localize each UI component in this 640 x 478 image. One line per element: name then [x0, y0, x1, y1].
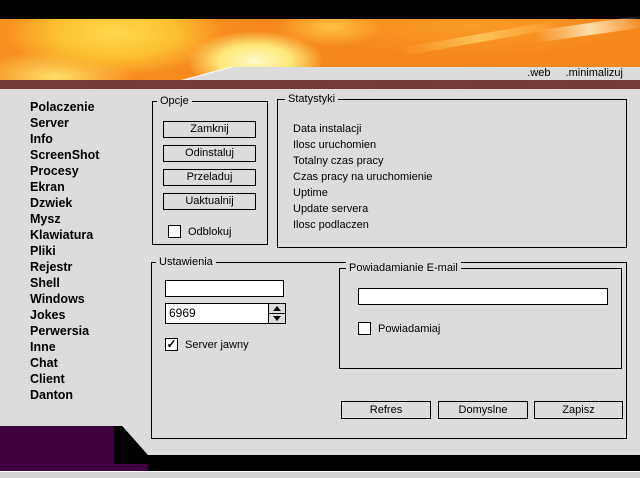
- sidebar-item-dzwiek[interactable]: Dzwiek: [30, 195, 145, 211]
- ustawienia-group-label: Ustawienia: [156, 256, 216, 269]
- powiadamiaj-checkbox-row[interactable]: Powiadamiaj: [358, 322, 440, 335]
- sidebar-item-jokes[interactable]: Jokes: [30, 307, 145, 323]
- email-group: Powiadamianie E-mail Powiadamiaj: [339, 268, 622, 369]
- port-value[interactable]: 6969: [169, 304, 267, 323]
- black-diagonal-decoration: [114, 426, 148, 455]
- zapisz-button[interactable]: Zapisz: [534, 401, 623, 419]
- stat-totalny-czas: Totalny czas pracy: [293, 153, 432, 169]
- sidebar-item-ekran[interactable]: Ekran: [30, 179, 145, 195]
- stat-czas-na-uruchomienie: Czas pracy na uruchomienie: [293, 169, 432, 185]
- bottom-gray-strip: [0, 471, 640, 478]
- statystyki-group: Statystyki Data instalacji Ilosc uruchom…: [277, 99, 627, 248]
- stat-update-servera: Update servera: [293, 201, 432, 217]
- purple-decoration-block: [0, 426, 114, 471]
- odblokuj-checkbox[interactable]: [168, 225, 181, 238]
- zamknij-button[interactable]: Zamknij: [163, 121, 256, 138]
- domyslne-button[interactable]: Domyslne: [438, 401, 528, 419]
- powiadamiaj-checkbox-label: Powiadamiaj: [378, 323, 440, 335]
- port-spinner: [268, 304, 285, 323]
- przeladuj-button[interactable]: Przeladuj: [163, 169, 256, 186]
- sidebar-item-danton[interactable]: Danton: [30, 387, 145, 403]
- stat-ilosc-podlaczen: Ilosc podlaczen: [293, 217, 432, 233]
- spin-down-button[interactable]: [269, 314, 285, 323]
- sidebar-item-screenshot[interactable]: ScreenShot: [30, 147, 145, 163]
- odblokuj-checkbox-label: Odblokuj: [188, 226, 231, 238]
- sidebar-item-client[interactable]: Client: [30, 371, 145, 387]
- server-jawny-checkbox-label: Server jawny: [185, 339, 249, 351]
- sidebar-item-shell[interactable]: Shell: [30, 275, 145, 291]
- sidebar-item-chat[interactable]: Chat: [30, 355, 145, 371]
- maroon-divider: [0, 80, 640, 89]
- sidebar-item-windows[interactable]: Windows: [30, 291, 145, 307]
- down-arrow-icon: [273, 316, 281, 321]
- email-group-label: Powiadamianie E-mail: [346, 262, 461, 275]
- opcje-group: Opcje Zamknij Odinstaluj Przeladuj Uaktu…: [152, 101, 268, 245]
- statystyki-group-label: Statystyki: [285, 93, 338, 106]
- spin-up-button[interactable]: [269, 304, 285, 314]
- refres-button[interactable]: Refres: [341, 401, 431, 419]
- sidebar-item-info[interactable]: Info: [30, 131, 145, 147]
- black-bottom-bar: [114, 455, 640, 471]
- ustawienia-group: Ustawienia 6969 ✓ Server jawny Powiadami…: [151, 262, 627, 439]
- email-input[interactable]: [358, 288, 608, 305]
- up-arrow-icon: [273, 306, 281, 311]
- sidebar-item-polaczenie[interactable]: Polaczenie: [30, 99, 145, 115]
- server-name-input[interactable]: [165, 280, 284, 297]
- sidebar-item-klawiatura[interactable]: Klawiatura: [30, 227, 145, 243]
- sidebar-menu: Polaczenie Server Info ScreenShot Proces…: [30, 99, 145, 403]
- powiadamiaj-checkbox[interactable]: [358, 322, 371, 335]
- port-spinbox[interactable]: 6969: [165, 303, 286, 324]
- window-titlebar: Danton v 4.2. 1. beta by Lol_ek: [0, 0, 640, 19]
- minimize-link[interactable]: .minimalizuj: [566, 67, 623, 80]
- sidebar-item-pliki[interactable]: Pliki: [30, 243, 145, 259]
- sidebar-item-rejestr[interactable]: Rejestr: [30, 259, 145, 275]
- opcje-group-label: Opcje: [157, 95, 192, 108]
- sidebar-item-mysz[interactable]: Mysz: [30, 211, 145, 227]
- banner-link-strip: .web .minimalizuj: [186, 67, 640, 80]
- server-jawny-checkbox-row[interactable]: ✓ Server jawny: [165, 338, 249, 351]
- sidebar-item-inne[interactable]: Inne: [30, 339, 145, 355]
- odinstaluj-button[interactable]: Odinstaluj: [163, 145, 256, 162]
- stat-data-instalacji: Data instalacji: [293, 121, 432, 137]
- uaktualnij-button[interactable]: Uaktualnij: [163, 193, 256, 210]
- sidebar-item-server[interactable]: Server: [30, 115, 145, 131]
- purple-decoration-strip: [114, 464, 148, 471]
- odblokuj-checkbox-row[interactable]: Odblokuj: [168, 225, 231, 238]
- web-link[interactable]: .web: [527, 67, 550, 80]
- checkmark-icon: ✓: [166, 339, 176, 350]
- sidebar-item-perwersia[interactable]: Perwersia: [30, 323, 145, 339]
- statystyki-list: Data instalacji Ilosc uruchomien Totalny…: [293, 121, 432, 233]
- server-jawny-checkbox[interactable]: ✓: [165, 338, 178, 351]
- stat-uptime: Uptime: [293, 185, 432, 201]
- stat-ilosc-uruchomien: Ilosc uruchomien: [293, 137, 432, 153]
- sidebar-item-procesy[interactable]: Procesy: [30, 163, 145, 179]
